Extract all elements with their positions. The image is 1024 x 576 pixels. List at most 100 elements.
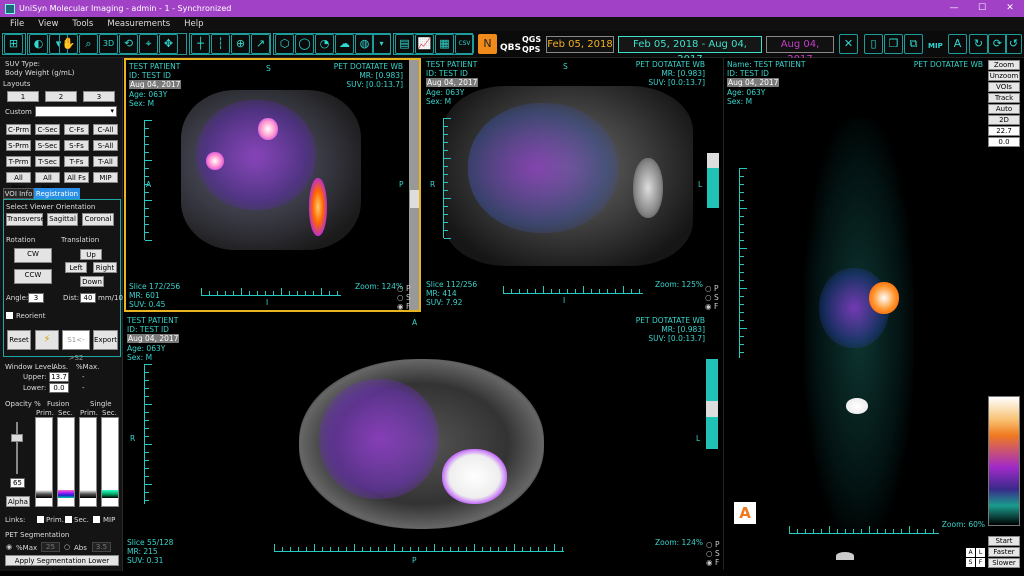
cine-a-button[interactable]: A bbox=[966, 548, 975, 557]
link-mip-checkbox[interactable] bbox=[93, 516, 100, 523]
viewer-transverse[interactable]: TEST PATIENT ID: TEST ID Aug 04, 2017 Ag… bbox=[124, 314, 721, 570]
single-prim-bar[interactable] bbox=[79, 417, 97, 507]
minimize-button[interactable]: — bbox=[940, 0, 968, 17]
grid-button-c-fs[interactable]: C-Fs bbox=[64, 124, 89, 135]
ruler-value-input[interactable]: 22.7 bbox=[988, 126, 1020, 136]
layout-2-button[interactable]: 2 bbox=[45, 91, 77, 102]
mip-button[interactable]: MIP bbox=[928, 42, 943, 50]
3d-icon[interactable]: 3D bbox=[99, 34, 118, 54]
translate-down-button[interactable]: Down bbox=[80, 276, 104, 287]
cine-start-button[interactable]: Start bbox=[988, 536, 1020, 546]
viewer-sagittal[interactable]: TEST PATIENT ID: TEST ID Aug 04, 2017 Ag… bbox=[124, 58, 421, 312]
color-scale-bar[interactable] bbox=[988, 396, 1020, 526]
track-button[interactable]: Track bbox=[988, 93, 1020, 103]
report-icon[interactable]: ▤ bbox=[395, 34, 414, 54]
translate-right-button[interactable]: Right bbox=[93, 262, 117, 273]
tab-registration[interactable]: Registration bbox=[34, 188, 80, 199]
gauge-icon[interactable]: ◔ bbox=[315, 34, 334, 54]
position-s[interactable]: S bbox=[406, 293, 411, 302]
zoom-icon[interactable]: ⌕ bbox=[79, 34, 98, 54]
angle-input[interactable]: 3 bbox=[28, 293, 44, 303]
vois-button[interactable]: VOIs bbox=[988, 82, 1020, 92]
orientation-badge[interactable]: A bbox=[734, 502, 756, 524]
secondary-date[interactable]: Aug 04, 2017 bbox=[766, 36, 834, 65]
menu-view[interactable]: View bbox=[38, 19, 58, 29]
grid-button-s-sec[interactable]: S-Sec bbox=[35, 140, 60, 151]
position-s[interactable]: S bbox=[715, 549, 720, 558]
fusion-sec-bar[interactable] bbox=[57, 417, 75, 507]
viewer-scrollbar[interactable] bbox=[707, 153, 719, 208]
qbs-button[interactable]: QBS bbox=[500, 43, 521, 53]
compare-icon[interactable]: ⧉ bbox=[904, 34, 923, 54]
apply-segmentation-button[interactable]: Apply Segmentation Lower Level bbox=[5, 555, 119, 575]
date-range[interactable]: Feb 05, 2018 - Aug 04, 2017 bbox=[618, 36, 762, 65]
dist-input[interactable]: 40 bbox=[80, 293, 96, 303]
qgs-button[interactable]: QGS bbox=[522, 35, 541, 44]
primary-date[interactable]: Feb 05, 2018 bbox=[546, 36, 614, 53]
position-f[interactable]: F bbox=[715, 558, 719, 567]
position-f[interactable]: F bbox=[714, 302, 718, 311]
export-button[interactable]: Export bbox=[93, 330, 118, 350]
custom-layout-select[interactable]: ▾ bbox=[35, 106, 117, 117]
viewer-mip[interactable]: Name: TEST PATIENT ID: TEST ID Aug 04, 2… bbox=[723, 58, 1023, 570]
pct-max-input[interactable]: 25 bbox=[41, 542, 60, 552]
link-prim-checkbox[interactable] bbox=[37, 516, 44, 523]
lower-input[interactable]: 0.0 bbox=[49, 383, 69, 393]
cine-s-button[interactable]: S bbox=[966, 558, 975, 567]
menu-measurements[interactable]: Measurements bbox=[107, 19, 170, 29]
nuclear-icon[interactable]: N bbox=[478, 34, 497, 54]
tab-voi-info[interactable]: VOI Info bbox=[3, 188, 34, 199]
grid-button-t-fs[interactable]: T-Fs bbox=[64, 156, 89, 167]
zoom-button[interactable]: Zoom bbox=[988, 60, 1020, 70]
menu-help[interactable]: Help bbox=[184, 19, 203, 29]
pan-hand-icon[interactable]: ✋ bbox=[59, 34, 78, 54]
sagittal-button[interactable]: Sagittal bbox=[47, 213, 78, 226]
maximize-button[interactable]: ☐ bbox=[968, 0, 996, 17]
pct-max-radio[interactable]: ◉ bbox=[6, 543, 12, 551]
coronal-button[interactable]: Coronal bbox=[82, 213, 114, 226]
single-sec-bar[interactable] bbox=[101, 417, 119, 507]
swap-button[interactable]: S1<->S2 bbox=[62, 330, 90, 362]
layout-1-button[interactable]: 1 bbox=[7, 91, 39, 102]
opacity-slider-thumb[interactable] bbox=[11, 434, 23, 442]
flash-icon[interactable]: ⚡ bbox=[35, 330, 59, 350]
grid-button-all-sec[interactable]: All Sec bbox=[35, 172, 60, 192]
position-p[interactable]: P bbox=[715, 540, 720, 549]
grid-button-c-prm[interactable]: C-Prm bbox=[6, 124, 31, 135]
position-f[interactable]: F bbox=[406, 302, 410, 310]
qps-button[interactable]: QPS bbox=[522, 45, 540, 54]
cine-slower-button[interactable]: Slower bbox=[988, 558, 1020, 568]
contrast-icon[interactable]: ◐ bbox=[29, 34, 48, 54]
chart-icon[interactable]: 📈 bbox=[415, 34, 434, 54]
csv-icon[interactable]: CSV bbox=[455, 34, 474, 54]
grid-button-t-prm[interactable]: T-Prm bbox=[6, 156, 31, 167]
abs-radio[interactable]: ○ bbox=[64, 543, 70, 551]
rotate-handle[interactable] bbox=[836, 552, 854, 560]
grid-button-s-all[interactable]: S-All bbox=[93, 140, 118, 151]
brain-icon[interactable]: ☁ bbox=[335, 34, 354, 54]
grid-button-c-sec[interactable]: C-Sec bbox=[35, 124, 60, 135]
undo-icon[interactable]: ↺ bbox=[1005, 34, 1022, 54]
grid-button-all-prm[interactable]: All Prm bbox=[6, 172, 31, 192]
grid-button-t-all[interactable]: T-All bbox=[93, 156, 118, 167]
grid-button-c-all[interactable]: C-All bbox=[93, 124, 118, 135]
cube-icon[interactable]: ⬡ bbox=[275, 34, 294, 54]
menu-file[interactable]: File bbox=[10, 19, 24, 29]
grid-button-all-fs[interactable]: All Fs bbox=[64, 172, 89, 183]
document-icon[interactable]: ▯ bbox=[864, 34, 883, 54]
transverse-button[interactable]: Transverse bbox=[6, 213, 45, 226]
layout-icon[interactable]: ⊞ bbox=[4, 34, 23, 54]
circle-roi-icon[interactable]: ◯ bbox=[295, 34, 314, 54]
grid-button-mip[interactable]: MIP bbox=[93, 172, 118, 183]
close-study-icon[interactable]: ✕ bbox=[839, 34, 858, 54]
opacity-value[interactable]: 65 bbox=[10, 478, 25, 488]
reorient-checkbox[interactable] bbox=[6, 312, 13, 319]
menu-tools[interactable]: Tools bbox=[72, 19, 93, 29]
ruler-value-input-2[interactable]: 0.0 bbox=[988, 137, 1020, 147]
close-button[interactable]: ✕ bbox=[996, 0, 1024, 17]
target-icon[interactable]: ⊕ bbox=[231, 34, 250, 54]
cine-f-button[interactable]: F bbox=[976, 558, 985, 567]
dropdown-icon[interactable]: ▾ bbox=[372, 34, 391, 54]
arrow-icon[interactable]: ↗ bbox=[251, 34, 270, 54]
translate-left-button[interactable]: Left bbox=[65, 262, 87, 273]
